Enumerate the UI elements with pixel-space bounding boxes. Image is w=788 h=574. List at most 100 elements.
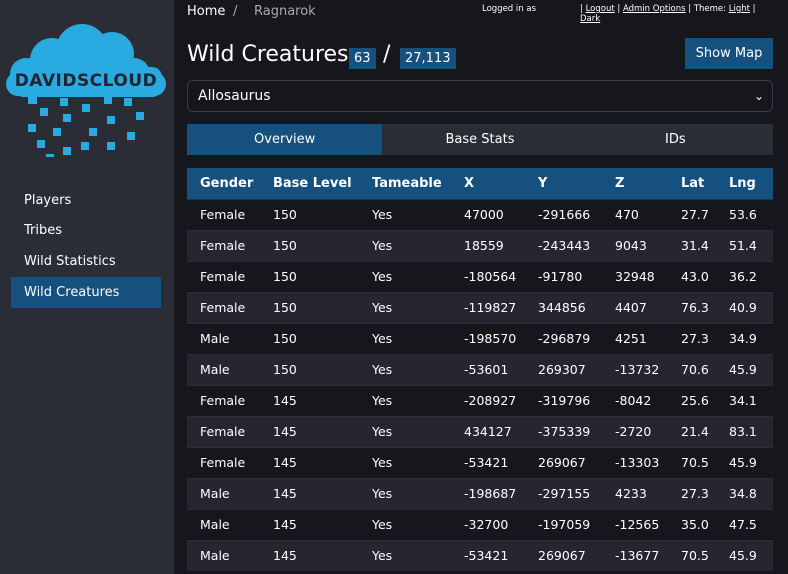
column-header[interactable]: Y: [525, 168, 602, 199]
table-cell: 4407: [602, 291, 668, 323]
sidebar-item-wild-statistics[interactable]: Wild Statistics: [11, 246, 161, 277]
table-cell: 27.7: [668, 198, 716, 230]
table-cell: Female: [187, 291, 260, 323]
tabs: Overview Base Stats IDs: [187, 124, 773, 155]
creature-select[interactable]: Allosaurus ⌄: [187, 80, 773, 112]
theme-dark-link[interactable]: Dark: [580, 14, 600, 24]
table-cell: Yes: [359, 415, 451, 447]
table-cell: 150: [260, 322, 359, 354]
table-cell: -53601: [451, 353, 525, 385]
show-map-button[interactable]: Show Map: [685, 38, 773, 69]
tab-ids[interactable]: IDs: [578, 124, 773, 155]
table-cell: 269067: [525, 539, 602, 571]
table-cell: -8042: [602, 384, 668, 416]
column-header[interactable]: Lat: [668, 168, 716, 199]
table-row[interactable]: Male 145 Yes -198687 -297155 4233 27.3 34.8: [187, 477, 773, 509]
column-header[interactable]: Tameable: [359, 168, 451, 199]
table-cell: Yes: [359, 446, 451, 478]
table-cell: 31.4: [668, 229, 716, 261]
table-cell: Yes: [359, 260, 451, 292]
table-row[interactable]: Male 145 Yes -32700 -197059 -12565 35.0 47.5: [187, 508, 773, 540]
table-cell: Female: [187, 229, 260, 261]
table-cell: Male: [187, 539, 260, 571]
creatures-table: Gender Base Level Tameable X Y Z Lat Lng Female…: [187, 168, 773, 571]
count-separator: /: [383, 42, 391, 67]
table-row[interactable]: Female 145 Yes -208927 -319796 -8042 25.6 34.1: [187, 384, 773, 416]
table-cell: 25.6: [668, 384, 716, 416]
table-cell: Male: [187, 508, 260, 540]
table-cell: -13677: [602, 539, 668, 571]
table-cell: 150: [260, 291, 359, 323]
table-cell: Yes: [359, 291, 451, 323]
creature-select-value: Allosaurus: [198, 88, 271, 104]
table-cell: 145: [260, 539, 359, 571]
column-header[interactable]: Z: [602, 168, 668, 199]
sidebar-item-players[interactable]: Players: [11, 185, 161, 216]
sidebar-item-tribes[interactable]: Tribes: [11, 215, 161, 246]
breadcrumb-current: Ragnarok: [254, 4, 316, 19]
table-row[interactable]: Male 150 Yes -53601 269307 -13732 70.6 45.9: [187, 353, 773, 385]
table-cell: 434127: [451, 415, 525, 447]
table-cell: 70.5: [668, 446, 716, 478]
breadcrumb-home[interactable]: Home: [187, 4, 225, 19]
table-cell: Yes: [359, 508, 451, 540]
table-cell: 34.8: [716, 477, 773, 509]
table-cell: 150: [260, 198, 359, 230]
davidscloud-logo[interactable]: DAVIDSCLOUD: [4, 12, 169, 157]
table-cell: 145: [260, 415, 359, 447]
sidebar: DAVIDSCLOUD Players Tribes Wild Statisti…: [0, 0, 174, 574]
table-cell: 269307: [525, 353, 602, 385]
table-row[interactable]: Female 150 Yes -180564 -91780 32948 43.0 36.2: [187, 260, 773, 292]
separator: |: [580, 4, 583, 14]
table-row[interactable]: Female 150 Yes 47000 -291666 470 27.7 53.6: [187, 198, 773, 230]
admin-options-link[interactable]: Admin Options: [623, 4, 686, 14]
table-cell: 45.9: [716, 539, 773, 571]
table-cell: 4251: [602, 322, 668, 354]
table-row[interactable]: Female 150 Yes -119827 344856 4407 76.3 40.9: [187, 291, 773, 323]
table-cell: 47000: [451, 198, 525, 230]
table-cell: -198570: [451, 322, 525, 354]
table-cell: -319796: [525, 384, 602, 416]
table-cell: 9043: [602, 229, 668, 261]
table-cell: 150: [260, 260, 359, 292]
table-cell: -198687: [451, 477, 525, 509]
table-cell: -197059: [525, 508, 602, 540]
separator: |: [752, 4, 756, 14]
table-cell: 45.9: [716, 353, 773, 385]
column-header[interactable]: Gender: [187, 168, 260, 199]
table-cell: 34.9: [716, 322, 773, 354]
table-row[interactable]: Female 145 Yes -53421 269067 -13303 70.5 45.9: [187, 446, 773, 478]
theme-light-link[interactable]: Light: [729, 4, 750, 14]
theme-label: Theme:: [693, 4, 727, 14]
column-header[interactable]: X: [451, 168, 525, 199]
table-cell: -13732: [602, 353, 668, 385]
table-cell: 150: [260, 353, 359, 385]
table-cell: 47.5: [716, 508, 773, 540]
table-cell: -291666: [525, 198, 602, 230]
table-cell: 150: [260, 229, 359, 261]
table-cell: -297155: [525, 477, 602, 509]
table-row[interactable]: Female 150 Yes 18559 -243443 9043 31.4 51.4: [187, 229, 773, 261]
table-cell: 43.0: [668, 260, 716, 292]
table-cell: Female: [187, 415, 260, 447]
table-cell: 27.3: [668, 477, 716, 509]
table-cell: 83.1: [716, 415, 773, 447]
table-cell: 32948: [602, 260, 668, 292]
table-row[interactable]: Female 145 Yes 434127 -375339 -2720 21.4 83.1: [187, 415, 773, 447]
table-cell: Male: [187, 353, 260, 385]
total-badge: 27,113: [400, 48, 456, 69]
sidebar-item-wild-creatures[interactable]: Wild Creatures: [11, 277, 161, 308]
table-row[interactable]: Male 145 Yes -53421 269067 -13677 70.5 45.9: [187, 539, 773, 571]
table-cell: 269067: [525, 446, 602, 478]
tab-overview[interactable]: Overview: [187, 124, 383, 155]
table-row[interactable]: Male 150 Yes -198570 -296879 4251 27.3 34.9: [187, 322, 773, 354]
column-header[interactable]: Lng: [716, 168, 773, 199]
tab-base-stats[interactable]: Base Stats: [382, 124, 577, 155]
table-cell: 35.0: [668, 508, 716, 540]
table-cell: Yes: [359, 353, 451, 385]
table-cell: Female: [187, 198, 260, 230]
column-header[interactable]: Base Level: [260, 168, 359, 199]
table-cell: -2720: [602, 415, 668, 447]
table-cell: 34.1: [716, 384, 773, 416]
logout-link[interactable]: Logout: [586, 4, 615, 14]
